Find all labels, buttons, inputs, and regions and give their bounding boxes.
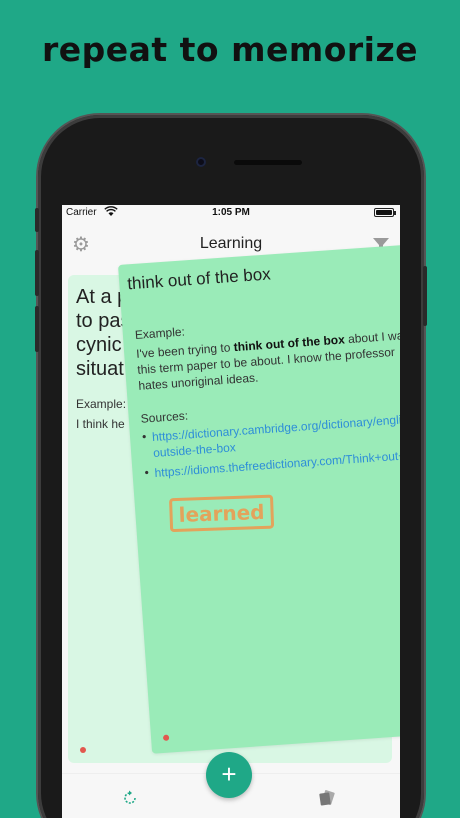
example-label: Example: [134,324,186,342]
sources-label: Sources: [140,408,189,426]
status-bar: Carrier 1:05 PM [62,205,400,221]
add-card-button[interactable]: + [206,752,252,798]
volume-down-button [35,306,39,352]
front-flashcard[interactable]: think out of the box Example: I've been … [118,244,400,754]
volume-up-button [35,250,39,296]
clock: 1:05 PM [212,207,250,218]
status-dot [162,734,170,741]
battery-icon [374,208,396,217]
app-screen: Carrier 1:05 PM ⚙ Learning At a p to pas… [62,205,400,818]
learned-stamp: learned [169,494,275,533]
card-term: think out of the box [126,264,272,294]
cards-icon[interactable] [318,790,336,811]
front-camera [196,157,206,167]
bullet: • [144,465,150,480]
status-dot [80,747,86,753]
mute-switch [35,208,39,232]
power-button [423,266,427,326]
headline: repeat to memorize [41,30,419,69]
bullet: • [141,429,147,444]
repeat-icon[interactable] [122,790,138,811]
plus-icon: + [221,759,237,789]
back-card-example-label: Example: [76,397,127,411]
back-card-example-text: I think he [76,417,125,431]
earpiece-speaker [234,160,302,165]
